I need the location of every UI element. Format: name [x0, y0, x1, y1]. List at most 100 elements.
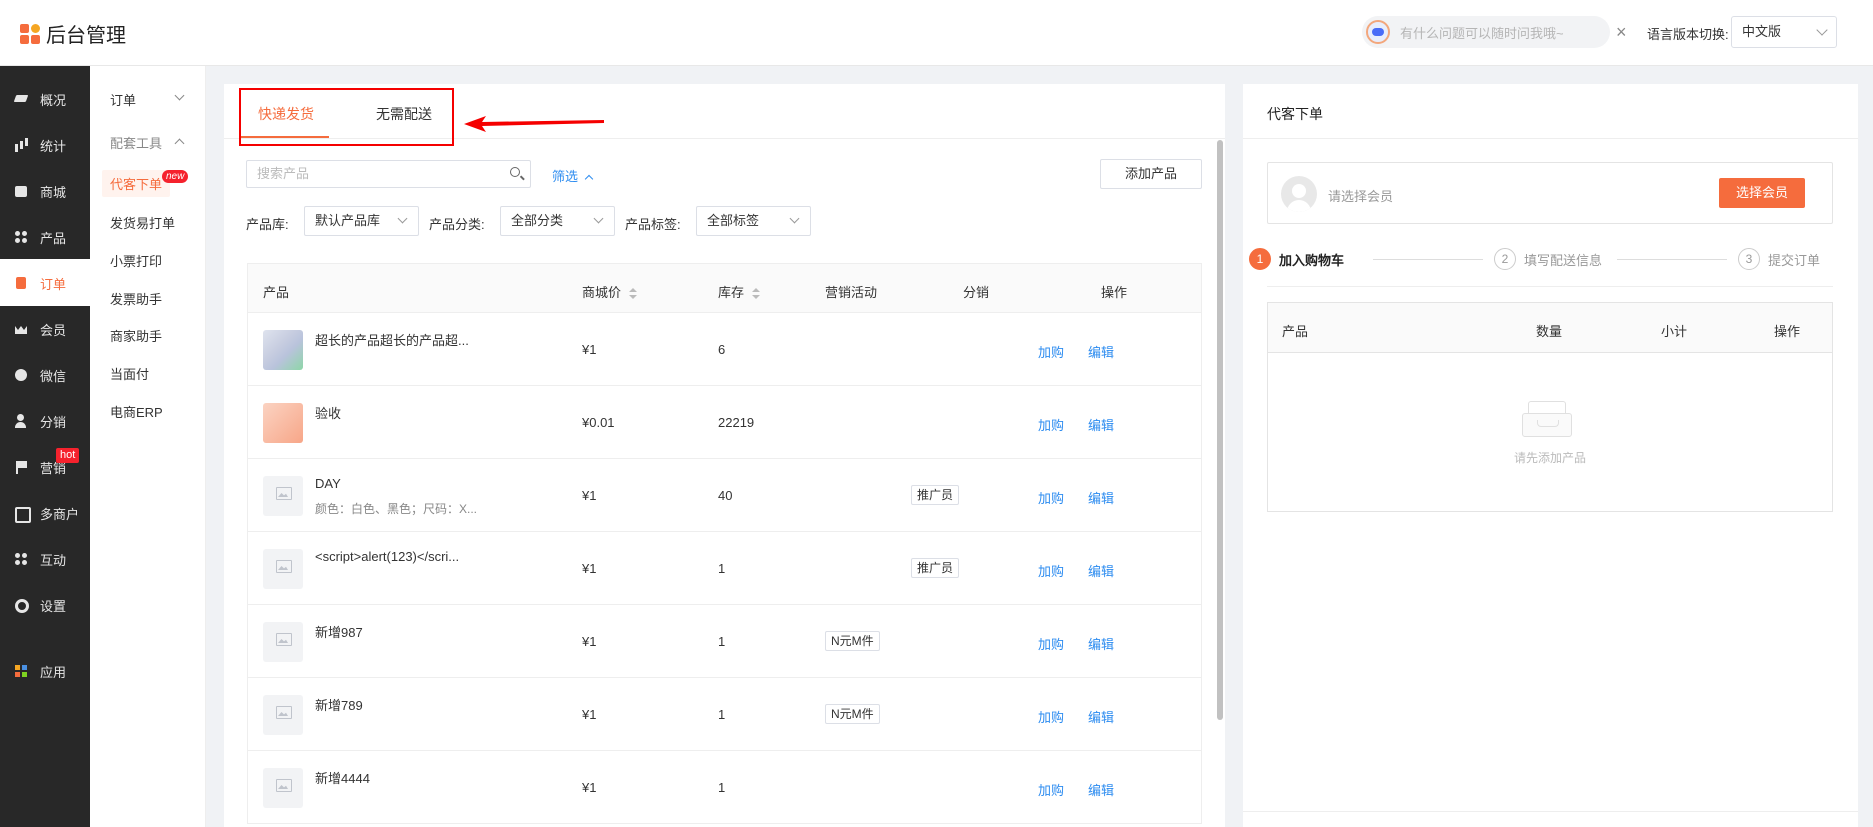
submenu-item-erp[interactable]: 电商ERP — [110, 402, 163, 421]
step-connector — [1373, 259, 1483, 260]
filter-tag-select[interactable]: 全部标签 — [696, 206, 811, 236]
step-connector — [1617, 259, 1727, 260]
cart-th-subtotal: 小计 — [1661, 324, 1688, 339]
sidebar-item-mall[interactable]: 商城 — [0, 168, 90, 214]
search-input[interactable]: 搜索产品 — [246, 160, 531, 188]
sidebar-item-overview[interactable]: 概况 — [0, 76, 90, 122]
language-select[interactable]: 中文版 — [1731, 16, 1837, 48]
th-price[interactable]: 商城价 — [582, 282, 638, 301]
add-product-button[interactable]: 添加产品 — [1100, 159, 1202, 189]
sort-icon[interactable] — [629, 287, 638, 300]
product-price: ¥0.01 — [582, 415, 615, 430]
edit-link[interactable]: 编辑 — [1088, 707, 1114, 726]
product-name[interactable]: 新增4444 — [315, 768, 370, 787]
sidebar-item-orders[interactable]: 订单 — [0, 260, 90, 306]
sidebar-item-stats[interactable]: 统计 — [0, 122, 90, 168]
chevron-down-icon — [789, 213, 800, 224]
product-name[interactable]: <script>alert(123)</scri... — [315, 549, 459, 564]
sidebar-item-wechat[interactable]: 微信 — [0, 352, 90, 398]
sidebar-item-products[interactable]: 产品 — [0, 214, 90, 260]
th-stock-label: 库存 — [718, 285, 745, 300]
search-placeholder: 搜索产品 — [257, 166, 310, 181]
distribution-tag: 推广员 — [911, 485, 960, 505]
panel-scrollbar[interactable] — [1217, 140, 1223, 720]
product-name[interactable]: 新增789 — [315, 695, 363, 714]
edit-link[interactable]: 编辑 — [1088, 342, 1114, 361]
annotation-highlight-box — [239, 88, 454, 146]
step-label: 填写配送信息 — [1524, 252, 1603, 268]
add-to-cart-link[interactable]: 加购 — [1038, 415, 1064, 434]
filter-library-label: 产品库: — [246, 217, 289, 232]
brand[interactable]: 后台管理 — [20, 19, 126, 48]
sidebar-item-marketing[interactable]: 营销 hot — [0, 444, 90, 490]
submenu-item-invoice[interactable]: 发票助手 — [110, 289, 162, 308]
divider — [1243, 811, 1858, 812]
chevron-down-icon[interactable] — [174, 90, 185, 101]
sidebar-item-members[interactable]: 会员 — [0, 306, 90, 352]
assistant-robot-icon — [1366, 20, 1390, 44]
search-icon[interactable] — [510, 167, 520, 177]
product-thumbnail — [263, 695, 303, 735]
filter-category-value: 全部分类 — [511, 213, 564, 228]
assistant-input[interactable]: 有什么问题可以随时问我哦~ — [1362, 16, 1610, 48]
cart-th-actions: 操作 — [1774, 324, 1801, 339]
add-to-cart-link[interactable]: 加购 — [1038, 488, 1064, 507]
grid-icon — [14, 552, 28, 566]
product-thumbnail — [263, 476, 303, 516]
wechat-icon — [14, 368, 28, 382]
edit-link[interactable]: 编辑 — [1088, 488, 1114, 507]
edit-link[interactable]: 编辑 — [1088, 561, 1114, 580]
product-stock: 1 — [718, 780, 726, 795]
add-to-cart-link[interactable]: 加购 — [1038, 342, 1064, 361]
member-selector[interactable]: 请选择会员 选择会员 — [1267, 162, 1833, 224]
filter-toggle[interactable]: 筛选 — [552, 166, 594, 185]
step-label: 提交订单 — [1768, 252, 1821, 268]
submenu-item-receipt-print[interactable]: 小票打印 — [110, 251, 162, 270]
product-thumbnail — [263, 549, 303, 589]
cart-th-quantity: 数量 — [1536, 324, 1563, 339]
filter-category-select[interactable]: 全部分类 — [500, 206, 615, 236]
th-actions: 操作 — [1101, 285, 1128, 300]
close-icon[interactable]: × — [1616, 22, 1627, 43]
edit-link[interactable]: 编辑 — [1088, 415, 1114, 434]
chevron-up-icon[interactable] — [174, 138, 185, 149]
sidebar-item-interaction[interactable]: 互动 — [0, 536, 90, 582]
divider — [1243, 138, 1858, 139]
add-to-cart-link[interactable]: 加购 — [1038, 707, 1064, 726]
product-name[interactable]: 验收 — [315, 403, 341, 422]
th-stock[interactable]: 库存 — [718, 282, 761, 301]
submenu-group-orders[interactable]: 订单 — [110, 90, 136, 109]
product-stock: 6 — [718, 342, 726, 357]
assistant-placeholder: 有什么问题可以随时问我哦~ — [1400, 25, 1564, 41]
add-to-cart-link[interactable]: 加购 — [1038, 561, 1064, 580]
table-row: 新增789 ¥1 1 N元M件 加购 编辑 — [247, 678, 1202, 751]
submenu-group-tools[interactable]: 配套工具 — [110, 133, 162, 152]
sort-icon[interactable] — [752, 287, 761, 300]
product-price: ¥1 — [582, 780, 597, 795]
sidebar-item-apps[interactable]: 应用 — [0, 648, 90, 694]
edit-link[interactable]: 编辑 — [1088, 780, 1114, 799]
submenu-item-shipping-print[interactable]: 发货易打单 — [110, 213, 175, 232]
sidebar-item-merchants[interactable]: 多商户 — [0, 490, 90, 536]
edit-link[interactable]: 编辑 — [1088, 634, 1114, 653]
annotation-arrow-icon — [464, 116, 604, 132]
product-price: ¥1 — [582, 488, 597, 503]
product-name[interactable]: 超长的产品超长的产品超... — [315, 330, 469, 349]
submenu-item-face-pay[interactable]: 当面付 — [110, 364, 149, 383]
select-member-button[interactable]: 选择会员 — [1719, 178, 1805, 208]
filter-tag-label: 产品标签: — [625, 217, 681, 232]
filter-library-select[interactable]: 默认产品库 — [304, 206, 419, 236]
sidebar-item-distribution[interactable]: 分销 — [0, 398, 90, 444]
apps-icon — [14, 664, 28, 678]
product-name[interactable]: 新增987 — [315, 622, 363, 641]
distribution-tag: 推广员 — [911, 558, 960, 578]
sidebar-item-settings[interactable]: 设置 — [0, 582, 90, 628]
add-to-cart-link[interactable]: 加购 — [1038, 780, 1064, 799]
table-row: 验收 ¥0.01 22219 加购 编辑 — [247, 386, 1202, 459]
submenu-item-proxy-order[interactable]: 代客下单 — [102, 170, 171, 197]
add-to-cart-link[interactable]: 加购 — [1038, 634, 1064, 653]
submenu-item-merchant-helper[interactable]: 商家助手 — [110, 326, 162, 345]
cart-empty-text: 请先添加产品 — [1513, 451, 1586, 465]
step-add-to-cart: 1 加入购物车 — [1249, 248, 1344, 270]
product-name[interactable]: DAY — [315, 476, 341, 491]
